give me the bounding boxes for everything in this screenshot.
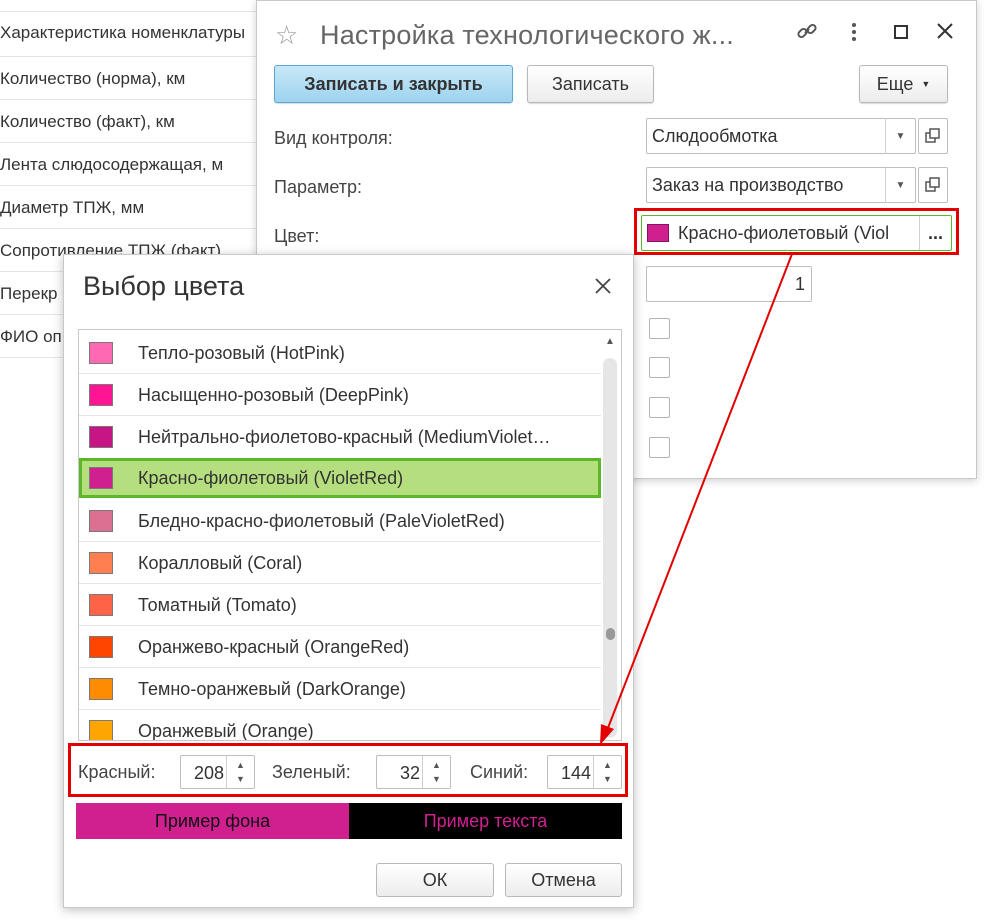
green-stepper[interactable]: 32 ▲ ▼ [376, 755, 451, 789]
chevron-down-icon[interactable]: ▼ [885, 118, 915, 154]
color-swatch [89, 342, 113, 364]
more-label: Еще [876, 73, 914, 94]
list-item[interactable]: Коралловый (Coral) [79, 544, 601, 582]
stepper-arrows-icon[interactable]: ▲ ▼ [226, 756, 254, 788]
color-swatch [89, 384, 113, 406]
list-item-label: Оранжевый (Orange) [138, 720, 314, 741]
checkbox[interactable] [649, 318, 670, 339]
list-item[interactable]: Оранжевый (Orange) [79, 712, 601, 741]
color-swatch [89, 636, 113, 658]
scrollbar-thumb[interactable] [606, 628, 615, 640]
more-vert-icon[interactable] [849, 21, 859, 49]
red-stepper[interactable]: 208 ▲ ▼ [180, 755, 255, 789]
stepper-arrows-icon[interactable]: ▲ ▼ [593, 756, 621, 788]
parameter-value: Заказ на производство [652, 174, 844, 195]
list-item[interactable]: Томатный (Tomato) [79, 586, 601, 624]
close-icon[interactable] [594, 275, 612, 301]
save-close-button[interactable]: Записать и закрыть [274, 65, 513, 103]
color-swatch [647, 224, 669, 242]
list-item[interactable]: Количество (норма), км [0, 57, 260, 100]
list-item[interactable]: Оранжево-красный (OrangeRed) [79, 628, 601, 666]
color-list: Тепло-розовый (HotPink) Насыщенно-розовы… [78, 329, 622, 741]
list-item[interactable]: Характеристика номенклатуры [0, 12, 260, 57]
text-preview: Пример текста [349, 803, 622, 839]
color-value: Красно-фиолетовый (Viol [678, 222, 890, 243]
red-value: 208 [193, 763, 224, 783]
link-icon[interactable] [795, 19, 819, 49]
red-label: Красный: [78, 762, 156, 782]
stepper-arrows-icon[interactable]: ▲ ▼ [422, 756, 450, 788]
more-button[interactable]: Еще ▼ [859, 65, 948, 103]
blue-value: 144 [560, 763, 591, 783]
window-title-bar: ☆ Настройка технологического ж... [275, 15, 734, 55]
list-item[interactable]: Темно-оранжевый (DarkOrange) [79, 670, 601, 708]
list-item-label: Тепло-розовый (HotPink) [138, 342, 345, 363]
list-item[interactable]: Насыщенно-розовый (DeepPink) [79, 376, 601, 414]
list-item[interactable]: Количество (факт), км [0, 100, 260, 143]
list-item[interactable]: Диаметр ТПЖ, мм [0, 186, 260, 229]
color-swatch [89, 467, 113, 489]
color-swatch [89, 720, 113, 740]
background-preview: Пример фона [76, 803, 349, 839]
maximize-icon[interactable] [893, 23, 909, 46]
chevron-down-icon: ▼ [921, 79, 931, 89]
control-type-label: Вид контроля: [274, 128, 393, 148]
color-swatch [89, 510, 113, 532]
save-button[interactable]: Записать [527, 65, 654, 103]
list-item [0, 0, 260, 12]
ellipsis-button[interactable]: ... [919, 216, 951, 250]
number-value: 1 [794, 273, 805, 294]
rgb-controls: Красный: 208 ▲ ▼ Зеленый: 32 ▲ ▼ Синий: 14… [78, 755, 628, 789]
list-item[interactable]: Тепло-розовый (HotPink) [79, 334, 601, 372]
list-item-label: Коралловый (Coral) [138, 552, 303, 573]
star-icon[interactable]: ☆ [275, 20, 305, 51]
list-item-label: Оранжево-красный (OrangeRed) [138, 636, 410, 657]
blue-label: Синий: [470, 762, 529, 782]
parameter-field[interactable]: Заказ на производство ▼ [646, 167, 916, 203]
list-item[interactable]: Бледно-красно-фиолетовый (PaleVioletRed) [79, 502, 601, 540]
list-item-label: Нейтрально-фиолетово-красный (MediumViol… [138, 426, 551, 447]
scroll-up-icon[interactable]: ▲ [605, 336, 615, 347]
list-item-label: Насыщенно-розовый (DeepPink) [138, 384, 409, 405]
list-item-label: Красно-фиолетовый (VioletRed) [138, 467, 404, 488]
scrollbar[interactable] [603, 358, 617, 738]
color-label: Цвет: [274, 226, 320, 246]
control-type-value: Слюдообмотка [652, 125, 778, 146]
list-item-label: Томатный (Tomato) [138, 594, 297, 615]
number-field[interactable]: 1 [646, 266, 812, 302]
close-icon[interactable] [935, 21, 955, 47]
parameter-label: Параметр: [274, 177, 363, 197]
color-swatch [89, 426, 113, 448]
green-value: 32 [399, 763, 420, 783]
list-item-selected[interactable]: Красно-фиолетовый (VioletRed) [79, 458, 601, 498]
color-swatch [89, 552, 113, 574]
chevron-down-icon[interactable]: ▼ [885, 167, 915, 203]
open-icon[interactable] [918, 118, 948, 154]
color-swatch [89, 594, 113, 616]
list-item[interactable]: Нейтрально-фиолетово-красный (MediumViol… [79, 418, 601, 456]
checkbox[interactable] [649, 437, 670, 458]
cancel-button[interactable]: Отмена [505, 863, 622, 897]
list-item-label: Темно-оранжевый (DarkOrange) [138, 678, 406, 699]
blue-stepper[interactable]: 144 ▲ ▼ [547, 755, 622, 789]
checkbox[interactable] [649, 397, 670, 418]
list-item[interactable]: Лента слюдосодержащая, м [0, 143, 260, 186]
green-label: Зеленый: [272, 762, 351, 782]
control-type-field[interactable]: Слюдообмотка ▼ [646, 118, 916, 154]
window-title: Настройка технологического ж... [320, 19, 734, 50]
list-item-label: Бледно-красно-фиолетовый (PaleVioletRed) [138, 510, 505, 531]
ok-button[interactable]: ОК [376, 863, 494, 897]
color-swatch [89, 678, 113, 700]
dialog-title: Выбор цвета [83, 271, 245, 301]
open-icon[interactable] [918, 167, 948, 203]
checkbox[interactable] [649, 357, 670, 378]
color-field[interactable]: Красно-фиолетовый (Viol ... [641, 215, 952, 251]
color-dialog: Выбор цвета Тепло-розовый (HotPink) Насы… [63, 254, 634, 908]
